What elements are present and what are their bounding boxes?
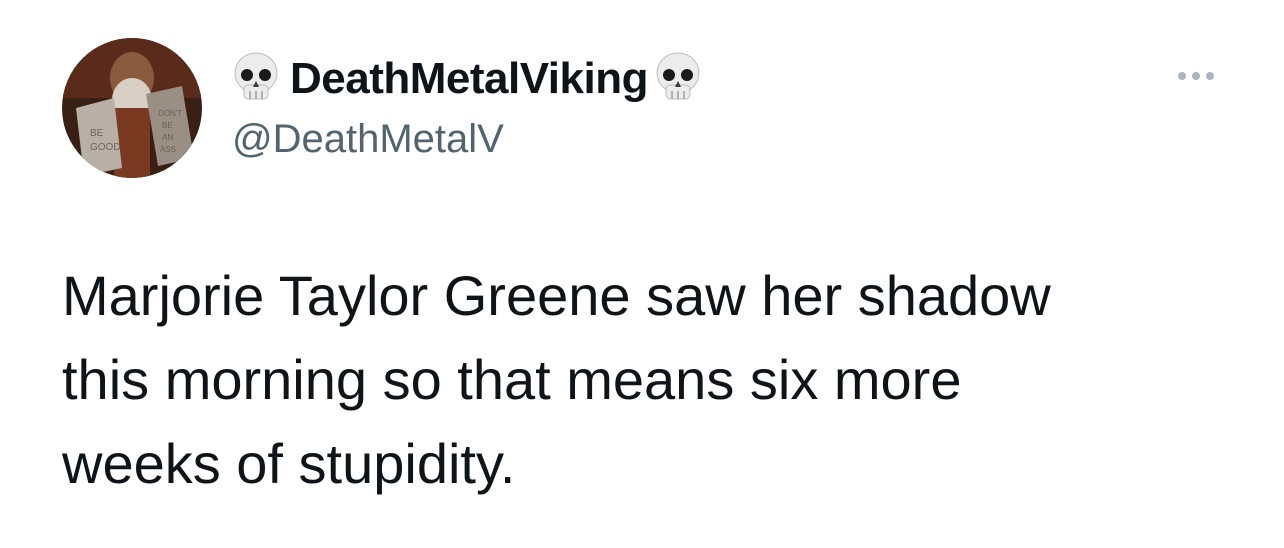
tweet-text-line: this morning so that means six more bbox=[62, 348, 962, 411]
avatar[interactable]: BE GOOD DON'T BE AN ASS bbox=[62, 38, 202, 178]
svg-text:DON'T: DON'T bbox=[158, 109, 182, 118]
author-handle[interactable]: @DeathMetalV bbox=[232, 114, 504, 164]
avatar-image: BE GOOD DON'T BE AN ASS bbox=[62, 38, 202, 178]
tweet-text-line: Marjorie Taylor Greene saw her shadow bbox=[62, 264, 1051, 327]
more-options-icon[interactable] bbox=[1168, 62, 1224, 90]
author-name-row[interactable]: DeathMetalViking bbox=[232, 50, 702, 108]
svg-text:BE: BE bbox=[90, 128, 104, 139]
svg-text:GOOD: GOOD bbox=[90, 142, 121, 153]
skull-icon bbox=[232, 51, 280, 107]
tweet-text-line: weeks of stupidity. bbox=[62, 432, 516, 495]
svg-text:AN: AN bbox=[162, 133, 173, 142]
dot-icon bbox=[1178, 72, 1186, 80]
author-display-name[interactable]: DeathMetalViking bbox=[290, 50, 648, 108]
tweet-text: Marjorie Taylor Greene saw her shadow th… bbox=[62, 254, 1242, 506]
tweet-card: BE GOOD DON'T BE AN ASS DeathMetalViking bbox=[0, 0, 1284, 548]
svg-text:ASS: ASS bbox=[160, 145, 176, 154]
dot-icon bbox=[1206, 72, 1214, 80]
svg-text:BE: BE bbox=[162, 121, 173, 130]
dot-icon bbox=[1192, 72, 1200, 80]
skull-icon bbox=[654, 51, 702, 107]
